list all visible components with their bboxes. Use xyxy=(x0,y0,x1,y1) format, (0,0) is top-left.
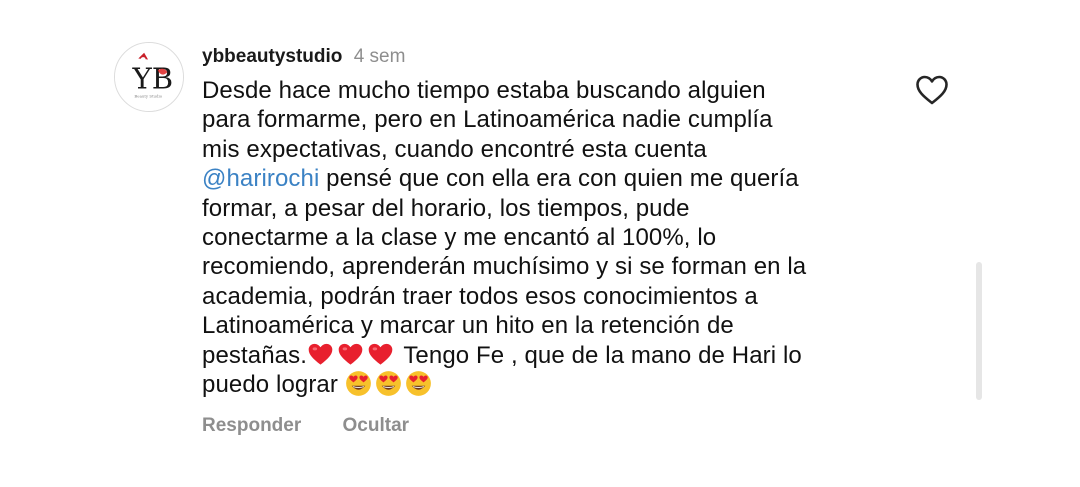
heart-eyes-emoji-icon xyxy=(345,371,371,396)
comment-line-text: pestañas. xyxy=(202,341,307,369)
red-heart-emoji-icon xyxy=(338,343,363,365)
avatar[interactable]: YB Beauty Studio xyxy=(114,42,184,112)
comment-actions: Responder Ocultar xyxy=(202,415,409,437)
comment-header: ybbeautystudio 4 sem xyxy=(202,44,405,70)
comment-line: Latinoamérica y marcar un hito en la ret… xyxy=(202,312,734,340)
red-heart-emoji-icon xyxy=(308,343,333,365)
mention-link[interactable]: @harirochi xyxy=(202,165,319,192)
comment-line: recomiendo, aprenderán muchísimo y si se… xyxy=(202,253,807,281)
svg-text:Beauty Studio: Beauty Studio xyxy=(134,93,162,98)
comment-line: Desde hace mucho tiempo estaba buscando … xyxy=(202,77,766,104)
comment-line: puedo lograr xyxy=(202,370,882,399)
comment-line-text: puedo lograr xyxy=(202,370,338,398)
reply-button[interactable]: Responder xyxy=(202,415,301,436)
comment-line-text: pensé que con ella era con quien me quer… xyxy=(319,165,799,193)
hide-button[interactable]: Ocultar xyxy=(343,415,410,436)
comment-item: YB Beauty Studio ybbeautystudio 4 sem De… xyxy=(0,0,1080,487)
username[interactable]: ybbeautystudio xyxy=(202,46,342,67)
comment-line: para formarme, pero en Latinoamérica nad… xyxy=(202,106,773,134)
avatar-logo-text: YB xyxy=(131,62,173,96)
comment-line: @harirochi pensé que con ella era con qu… xyxy=(202,164,882,193)
comment-text: Desde hace mucho tiempo estaba buscando … xyxy=(202,76,882,399)
comment-line: pestañas. Tengo Fe , que de la mano de H… xyxy=(202,341,882,370)
avatar-logo-icon: YB Beauty Studio xyxy=(115,43,183,111)
comment-line: academia, podrán traer todos esos conoci… xyxy=(202,282,758,310)
comment-line: mis expectativas, cuando encontré esta c… xyxy=(202,135,707,163)
red-heart-emoji-icon xyxy=(368,343,393,365)
scrollbar[interactable] xyxy=(976,262,982,400)
comment-line: conectarme a la clase y me encantó al 10… xyxy=(202,223,717,251)
comment-line: formar, a pesar del horario, los tiempos… xyxy=(202,194,690,222)
timestamp[interactable]: 4 sem xyxy=(354,46,406,67)
heart-eyes-emoji-icon xyxy=(405,371,431,396)
comment-line-text: Tengo Fe , que de la mano de Hari lo xyxy=(396,341,802,369)
heart-eyes-emoji-icon xyxy=(375,371,401,396)
heart-outline-icon[interactable] xyxy=(915,74,949,106)
